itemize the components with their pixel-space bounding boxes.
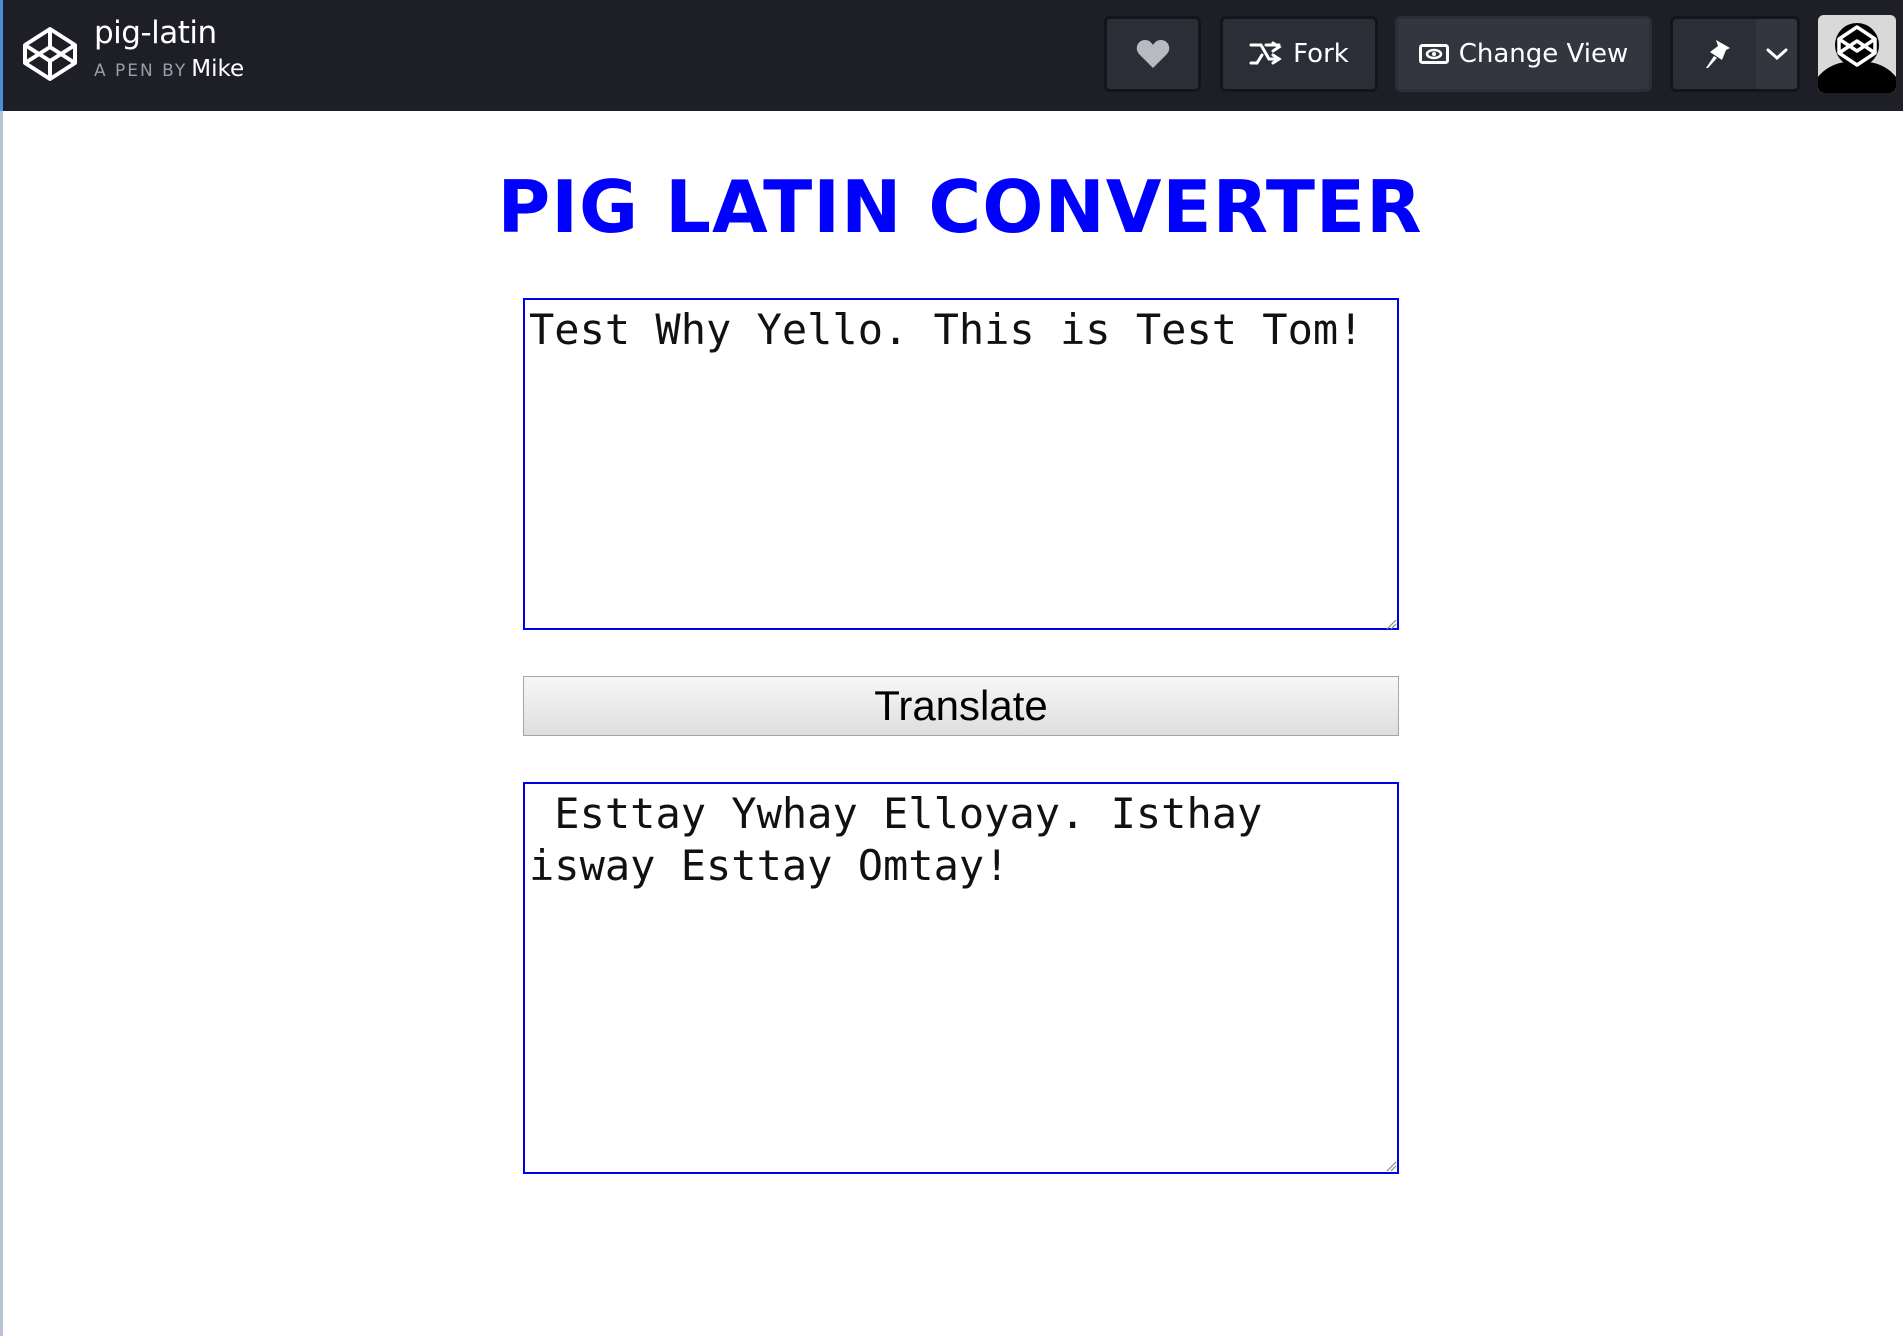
fork-label: Fork (1293, 39, 1349, 69)
by-label: A PEN BY (94, 61, 188, 81)
pin-icon (1705, 40, 1730, 68)
page-title: PIG LATIN CONVERTER (497, 165, 1423, 249)
chevron-down-icon (1766, 48, 1787, 61)
eye-icon (1418, 44, 1449, 64)
pin-button[interactable] (1670, 16, 1762, 92)
pin-dropdown-button[interactable] (1756, 16, 1800, 92)
user-avatar[interactable] (1818, 15, 1896, 93)
pen-title-block: pig-latin A PEN BY Mike (94, 12, 244, 82)
codepen-header: pig-latin A PEN BY Mike Fork Change View (0, 0, 1903, 111)
codepen-logo-icon[interactable] (21, 25, 79, 83)
avatar-image (1818, 15, 1896, 93)
input-resize-grip-icon[interactable] (1385, 618, 1397, 630)
output-textarea[interactable]: Esttay Ywhay Elloyay. Isthay isway Estta… (523, 782, 1399, 1174)
author-link[interactable]: Mike (191, 56, 244, 82)
change-view-button[interactable]: Change View (1395, 16, 1652, 92)
input-textarea[interactable]: Test Why Yello. This is Test Tom! (523, 298, 1399, 630)
fork-icon (1249, 41, 1282, 65)
heart-icon (1136, 40, 1169, 68)
change-view-label: Change View (1458, 39, 1629, 69)
pen-title[interactable]: pig-latin (94, 12, 244, 54)
fork-button[interactable]: Fork (1220, 16, 1378, 92)
translate-button[interactable]: Translate (523, 676, 1399, 736)
pen-byline: A PEN BY Mike (94, 56, 244, 82)
like-button[interactable] (1104, 16, 1201, 92)
output-resize-grip-icon[interactable] (1385, 1160, 1397, 1172)
